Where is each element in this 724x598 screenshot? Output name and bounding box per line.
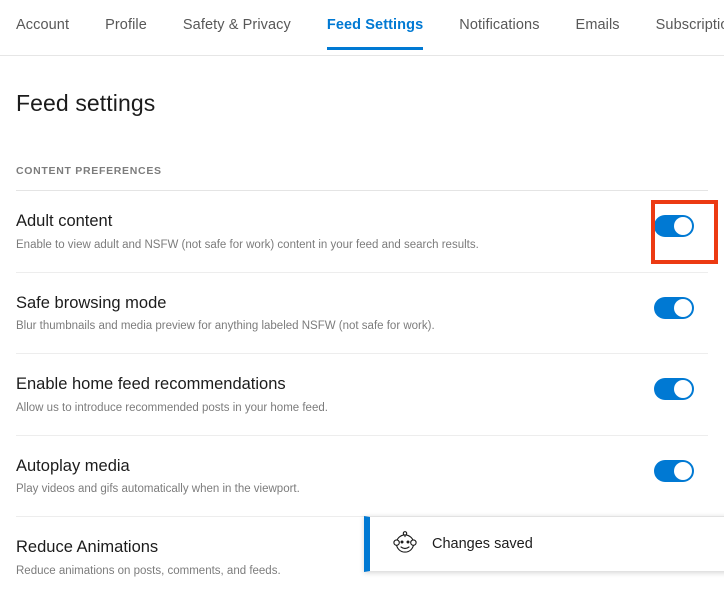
setting-text-home-feed-recommendations: Enable home feed recommendations Allow u… xyxy=(16,374,328,416)
toggle-adult-content[interactable] xyxy=(654,215,694,237)
setting-row-autoplay-media: Autoplay media Play videos and gifs auto… xyxy=(16,436,708,518)
tab-emails[interactable]: Emails xyxy=(576,0,620,50)
setting-row-safe-browsing-mode: Safe browsing mode Blur thumbnails and m… xyxy=(16,273,708,355)
tab-profile[interactable]: Profile xyxy=(105,0,147,50)
tab-feed-settings[interactable]: Feed Settings xyxy=(326,0,424,50)
toggle-knob-icon xyxy=(674,298,692,317)
toggle-wrap-safe-browsing-mode xyxy=(654,293,694,319)
setting-description-reduce-animations: Reduce animations on posts, comments, an… xyxy=(16,564,281,577)
setting-title-reduce-animations: Reduce Animations xyxy=(16,538,159,557)
setting-row-home-feed-recommendations: Enable home feed recommendations Allow u… xyxy=(16,354,708,436)
tab-notifications[interactable]: Notifications xyxy=(459,0,539,50)
content-preferences-section-label: CONTENT PREFERENCES xyxy=(16,165,708,191)
toggle-safe-browsing-mode[interactable] xyxy=(654,296,694,319)
toggle-knob-icon xyxy=(674,380,692,399)
toggle-knob-icon xyxy=(674,217,692,235)
toggle-autoplay-media[interactable] xyxy=(654,459,694,482)
tab-subscriptions[interactable]: Subscriptions xyxy=(656,0,724,50)
setting-text-adult-content: Adult content Enable to view adult and N… xyxy=(16,211,479,253)
tab-account[interactable]: Account xyxy=(16,0,69,50)
setting-description-home-feed-recommendations: Allow us to introduce recommended posts … xyxy=(16,401,328,414)
setting-description-safe-browsing-mode: Blur thumbnails and media preview for an… xyxy=(16,320,435,333)
toggle-knob-icon xyxy=(674,461,692,480)
tab-safety-privacy[interactable]: Safety & Privacy xyxy=(183,0,291,50)
toggle-wrap-autoplay-media xyxy=(654,456,694,482)
setting-row-adult-content: Adult content Enable to view adult and N… xyxy=(16,191,708,273)
toast-message: Changes saved xyxy=(432,536,533,552)
page-title: Feed settings xyxy=(16,90,156,116)
toggle-wrap-adult-content xyxy=(654,211,694,237)
setting-title-adult-content: Adult content xyxy=(16,212,113,230)
reddit-snoo-icon xyxy=(392,529,418,560)
toggle-wrap-home-feed-recommendations xyxy=(654,374,694,401)
setting-text-autoplay-media: Autoplay media Play videos and gifs auto… xyxy=(16,456,300,498)
toggle-home-feed-recommendations[interactable] xyxy=(654,378,694,401)
setting-description-adult-content: Enable to view adult and NSFW (not safe … xyxy=(16,238,479,251)
setting-title-home-feed-recommendations: Enable home feed recommendations xyxy=(16,375,286,394)
setting-text-reduce-animations: Reduce Animations Reduce animations on p… xyxy=(16,537,281,579)
setting-description-autoplay-media: Play videos and gifs automatically when … xyxy=(16,483,300,496)
settings-tab-bar: Account Profile Safety & Privacy Feed Se… xyxy=(0,0,724,56)
setting-title-autoplay-media: Autoplay media xyxy=(16,456,130,475)
setting-text-safe-browsing-mode: Safe browsing mode Blur thumbnails and m… xyxy=(16,293,435,335)
setting-title-safe-browsing-mode: Safe browsing mode xyxy=(16,293,167,312)
